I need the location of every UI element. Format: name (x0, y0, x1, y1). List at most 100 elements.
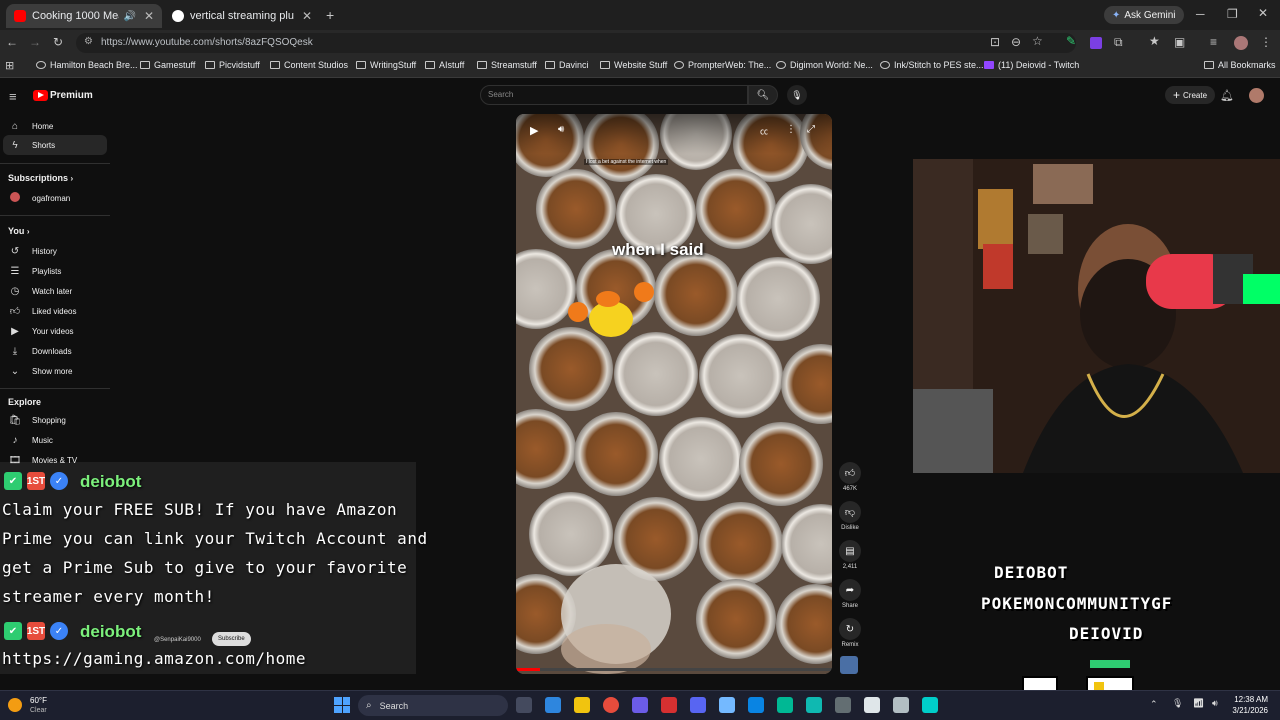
voice-search-button[interactable]: 🎙︎ (787, 85, 807, 105)
sidebar-item-shorts[interactable]: ϟ Shorts (3, 135, 107, 155)
app-icon[interactable] (632, 697, 648, 713)
like-button[interactable]: 👍︎ 467K (838, 462, 862, 492)
bookmark-item[interactable]: Davinci (545, 60, 589, 70)
you-heading[interactable]: You › (8, 226, 30, 236)
sidebar-item-playlists[interactable]: ☰ Playlists (0, 261, 104, 281)
restore-icon[interactable]: ❐ (1227, 7, 1238, 21)
sidebar-item-history[interactable]: ↺ History (0, 241, 104, 261)
edge-icon[interactable] (545, 697, 561, 713)
forward-icon[interactable]: → (29, 35, 41, 49)
app-icon[interactable] (719, 697, 735, 713)
microphone-tray-icon[interactable]: 🎙︎ (1172, 698, 1183, 709)
bookmark-item[interactable]: Content Studios (270, 60, 348, 70)
sidebar-item-home[interactable]: ⌂ Home (0, 116, 104, 136)
dislike-button[interactable]: 👎︎ Dislike (838, 501, 862, 531)
close-tab-icon[interactable]: ✕ (136, 9, 154, 23)
sidebar-item-music[interactable]: ♪ Music (0, 430, 104, 450)
subscribe-button[interactable]: Subscribe (212, 632, 251, 646)
app-icon[interactable] (835, 697, 851, 713)
subscriptions-heading[interactable]: Subscriptions › (8, 173, 73, 183)
comments-button[interactable]: ▤ 2,411 (838, 540, 862, 570)
windows-start-icon[interactable] (334, 697, 350, 713)
sidebar-item-show-more[interactable]: ⌄ Show more (0, 361, 104, 381)
volume-icon[interactable]: 🔊︎ (558, 124, 564, 135)
tab-google[interactable]: vertical streaming plugin obs - ✕ (164, 4, 320, 28)
shorts-video-player[interactable]: ▶ 🔊︎ ㏄ ⋮ ⤢ I lost a bet against the inte… (516, 114, 832, 674)
menu-kebab-icon[interactable]: ⋮ (1260, 35, 1272, 49)
extensions-puzzle-icon[interactable]: ⧉ (1114, 35, 1123, 50)
speaker-icon[interactable]: 🔊 (123, 11, 135, 22)
bookmark-item[interactable]: (11) Deiovid - Twitch (984, 60, 1079, 70)
app-icon[interactable] (748, 697, 764, 713)
extension-icon[interactable]: ✎ (1066, 34, 1076, 48)
close-window-icon[interactable]: ✕ (1258, 6, 1268, 20)
app-icon[interactable] (806, 697, 822, 713)
create-button[interactable]: + Create (1165, 86, 1216, 104)
address-bar[interactable]: ⚙ https://www.youtube.com/shorts/8azFQSO… (76, 33, 1076, 53)
obs-icon[interactable] (864, 697, 880, 713)
bookmark-star-icon[interactable]: ☆ (1032, 34, 1043, 48)
bookmark-item[interactable]: PrompterWeb: The... (674, 60, 771, 70)
bookmark-item[interactable]: Ink/Stitch to PES ste... (880, 60, 984, 70)
youtube-premium-logo[interactable]: Premium (50, 90, 93, 101)
close-tab-icon[interactable]: ✕ (294, 9, 312, 23)
all-bookmarks[interactable]: All Bookmarks (1204, 60, 1276, 70)
sidebar-item-liked-videos[interactable]: 👍︎ Liked videos (0, 301, 104, 321)
chrome-icon[interactable] (603, 697, 619, 713)
bookmark-item[interactable]: AIstuff (425, 60, 464, 70)
remix-button[interactable]: ↻ Remix (838, 618, 862, 648)
minimize-icon[interactable]: ─ (1196, 7, 1205, 21)
file-explorer-icon[interactable] (574, 697, 590, 713)
search-button[interactable]: 🔍︎ (748, 85, 778, 105)
new-tab-icon[interactable]: + (326, 7, 334, 23)
task-view-icon[interactable] (516, 697, 532, 713)
app-icon[interactable] (661, 697, 677, 713)
bookmark-item[interactable]: Picvidstuff (205, 60, 260, 70)
app-icon[interactable] (893, 697, 909, 713)
sidebar-item-shopping[interactable]: 🛍︎ Shopping (0, 410, 104, 430)
hamburger-menu-icon[interactable]: ≡ (9, 89, 17, 104)
bookmark-item[interactable]: Streamstuff (477, 60, 537, 70)
channel-handle[interactable]: @SenpaiKai9000 (154, 637, 201, 643)
bookmark-item[interactable]: WritingStuff (356, 60, 416, 70)
play-icon[interactable]: ▶ (530, 124, 538, 137)
bookmark-item[interactable]: Digimon World: Ne... (776, 60, 873, 70)
site-info-icon[interactable]: ⚙ (84, 36, 93, 47)
sidebar-item-downloads[interactable]: ⤓ Downloads (0, 341, 104, 361)
bookmark-item[interactable]: Hamilton Beach Bre... (36, 60, 138, 70)
bookmark-item[interactable]: Website Stuff (600, 60, 667, 70)
zoom-icon[interactable]: ⊖ (1011, 35, 1021, 49)
fullscreen-icon[interactable]: ⤢ (807, 124, 815, 135)
downloads-icon[interactable]: ≡ (1210, 35, 1217, 49)
extension-b-icon[interactable] (1090, 37, 1102, 49)
clock-date[interactable]: 3/21/2026 (1228, 706, 1268, 715)
install-icon[interactable]: ⊡ (990, 35, 1000, 49)
taskbar-search[interactable]: ⌕ Search (358, 695, 508, 716)
notifications-bell-icon[interactable]: 🔔︎ (1220, 89, 1234, 102)
back-icon[interactable]: ← (6, 35, 18, 49)
sidepanel-icon[interactable]: ▣ (1174, 35, 1185, 49)
wifi-icon[interactable]: 📶︎ (1193, 698, 1204, 709)
tab-youtube[interactable]: Cooking 1000 Meals for the 🔊 ✕ (6, 4, 162, 28)
audio-thumbnail[interactable] (840, 656, 858, 674)
speaker-tray-icon[interactable]: 🔊︎ (1212, 698, 1218, 709)
apps-grid-icon[interactable]: ⊞ (5, 59, 14, 72)
account-avatar[interactable] (1249, 88, 1264, 103)
clock-time[interactable]: 12:38 AM (1228, 695, 1268, 704)
weather-icon[interactable] (8, 698, 22, 712)
more-options-icon[interactable]: ⋮ (786, 124, 796, 135)
weather-temp[interactable]: 60°F (30, 696, 47, 705)
discord-icon[interactable] (690, 697, 706, 713)
profile-avatar[interactable] (1234, 36, 1248, 50)
ask-gemini-button[interactable]: ✦ Ask Gemini (1104, 6, 1184, 24)
captions-icon[interactable]: ㏄ (760, 126, 768, 137)
app-icon[interactable] (922, 697, 938, 713)
bookmarks-icon[interactable]: ★ (1149, 34, 1160, 48)
bookmark-item[interactable]: Gamestuff (140, 60, 195, 70)
tray-chevron-icon[interactable]: ⌃ (1150, 699, 1158, 710)
share-button[interactable]: ➦ Share (838, 579, 862, 609)
app-icon[interactable] (777, 697, 793, 713)
sidebar-item-watch-later[interactable]: ◷ Watch later (0, 281, 104, 301)
sidebar-item-channel[interactable]: ogafroman (0, 188, 104, 208)
reload-icon[interactable]: ↻ (53, 35, 63, 49)
